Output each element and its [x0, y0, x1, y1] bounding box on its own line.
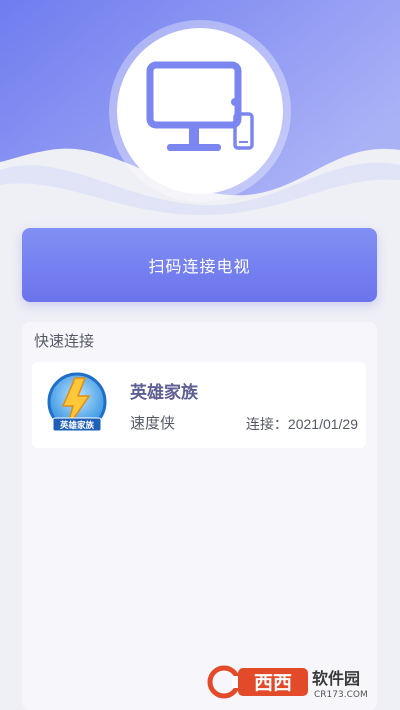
watermark-brand: 西西: [254, 672, 292, 694]
app-logo: 英雄家族: [47, 372, 107, 432]
app-name: 英雄家族: [130, 383, 198, 402]
quick-connect-title: 快速连接: [34, 333, 95, 350]
scan-connect-tv-button[interactable]: 扫码连接电视: [22, 228, 377, 302]
watermark-logo: 西西 软件园 CR173.COM: [207, 665, 368, 700]
watermark-text: 软件园: [312, 669, 360, 688]
quick-connect-item[interactable]: 英雄家族 英雄家族 速度侠 连接：2021/01/29: [32, 362, 366, 448]
app-developer: 速度侠: [130, 415, 176, 432]
hero-device-badge: [117, 28, 283, 194]
app-logo-text: 英雄家族: [59, 420, 95, 431]
scan-connect-tv-label: 扫码连接电视: [148, 259, 251, 276]
site-watermark: 西西 软件园 CR173.COM: [206, 662, 384, 702]
quick-connect-panel: 快速连接 英雄家族 英雄家族 速度侠 连接：2021/01/29: [22, 322, 377, 710]
connect-date: 连接：2021/01/29: [245, 416, 358, 432]
monitor-phone-icon: [146, 61, 254, 151]
watermark-url: CR173.COM: [314, 690, 368, 700]
